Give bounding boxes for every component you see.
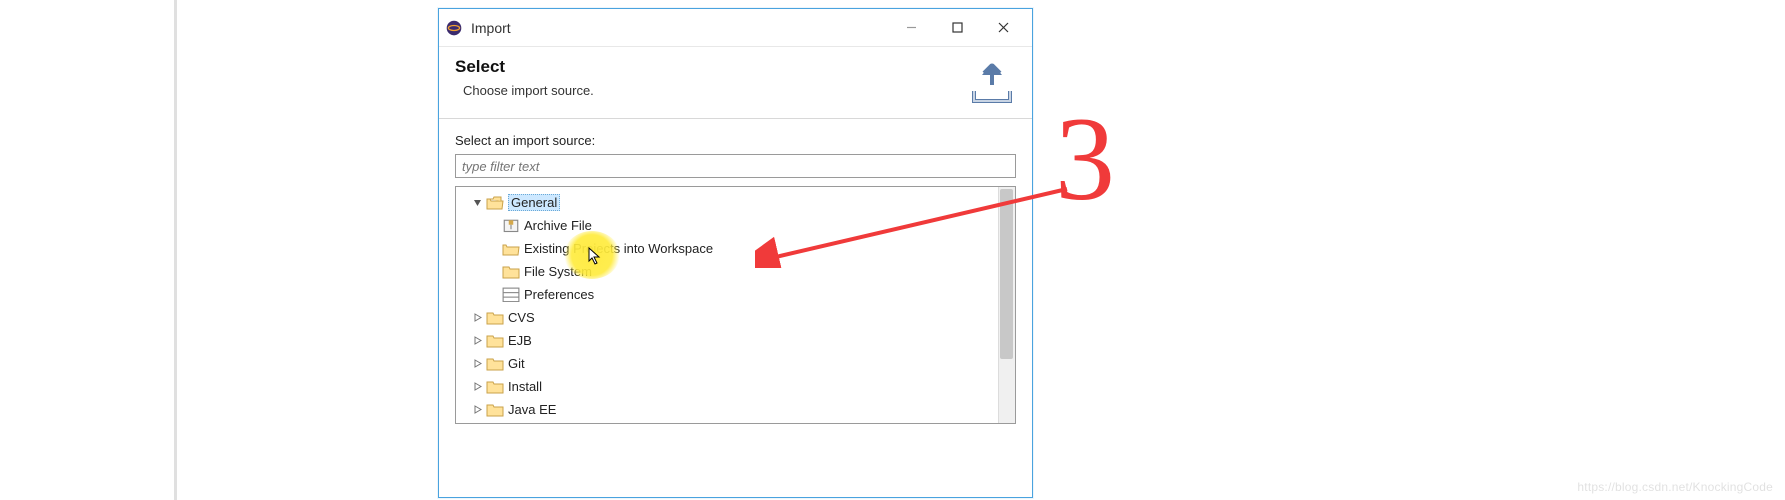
chevron-right-icon[interactable] <box>470 403 484 417</box>
filter-label: Select an import source: <box>455 133 1016 148</box>
preferences-icon <box>502 287 520 303</box>
chevron-right-icon[interactable] <box>470 311 484 325</box>
tree-item-preferences[interactable]: Preferences <box>458 283 1013 306</box>
tree-item-git[interactable]: Git <box>458 352 1013 375</box>
tree-item-general[interactable]: General <box>458 191 1013 214</box>
tree-label: General <box>508 194 560 211</box>
tree-item-existing-projects[interactable]: Existing Projects into Workspace <box>458 237 1013 260</box>
tree-item-install[interactable]: Install <box>458 375 1013 398</box>
background-divider <box>174 0 177 500</box>
folder-open-icon <box>486 195 504 211</box>
close-button[interactable] <box>980 13 1026 43</box>
archive-icon <box>502 218 520 234</box>
tree-label: Existing Projects into Workspace <box>524 241 713 256</box>
scrollbar-thumb[interactable] <box>1000 189 1013 359</box>
window-controls <box>888 13 1026 43</box>
folder-icon <box>486 310 504 326</box>
titlebar[interactable]: Import <box>439 9 1032 47</box>
import-icon <box>968 61 1016 108</box>
folder-icon <box>486 402 504 418</box>
tree-label: Preferences <box>524 287 594 302</box>
minimize-button[interactable] <box>888 13 934 43</box>
tree-label: Archive File <box>524 218 592 233</box>
banner: Select Choose import source. <box>439 47 1032 119</box>
tree-label: EJB <box>508 333 532 348</box>
chevron-right-icon[interactable] <box>470 334 484 348</box>
tree-label: Java EE <box>508 402 556 417</box>
chevron-right-icon[interactable] <box>470 357 484 371</box>
body-area: Select an import source: General <box>439 119 1032 424</box>
tree-item-javaee[interactable]: Java EE <box>458 398 1013 421</box>
tree-item-file-system[interactable]: File System <box>458 260 1013 283</box>
folder-icon <box>486 356 504 372</box>
folder-icon <box>486 333 504 349</box>
tree-label: CVS <box>508 310 535 325</box>
tree-label: File System <box>524 264 592 279</box>
folder-icon <box>502 264 520 280</box>
tree-label: Git <box>508 356 525 371</box>
folder-icon <box>486 379 504 395</box>
annotation-step-number: 3 <box>1055 90 1115 228</box>
titlebar-title: Import <box>471 20 888 36</box>
tree-item-ejb[interactable]: EJB <box>458 329 1013 352</box>
folder-open-icon <box>502 241 520 257</box>
watermark: https://blog.csdn.net/KnockingCode <box>1577 480 1773 494</box>
tree-label: Install <box>508 379 542 394</box>
chevron-right-icon[interactable] <box>470 380 484 394</box>
tree-item-cvs[interactable]: CVS <box>458 306 1013 329</box>
tree-container: General Archive File Existing Projects i… <box>455 186 1016 424</box>
eclipse-icon <box>445 19 463 37</box>
tree-item-archive-file[interactable]: Archive File <box>458 214 1013 237</box>
banner-subtitle: Choose import source. <box>463 83 594 98</box>
filter-input[interactable] <box>455 154 1016 178</box>
import-source-tree: General Archive File Existing Projects i… <box>456 187 1015 424</box>
maximize-button[interactable] <box>934 13 980 43</box>
import-dialog: Import Select Choose import source. <box>438 8 1033 498</box>
banner-heading: Select <box>455 57 594 77</box>
chevron-down-icon[interactable] <box>470 196 484 210</box>
scrollbar[interactable] <box>998 187 1015 423</box>
